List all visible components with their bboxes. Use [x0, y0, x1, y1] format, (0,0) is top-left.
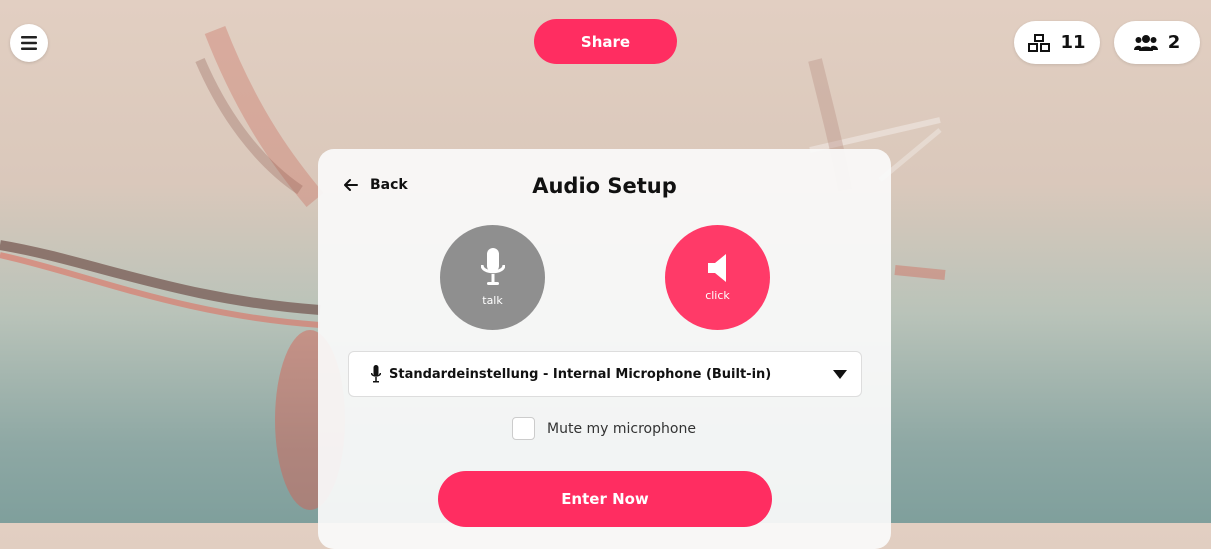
- mute-checkbox[interactable]: [512, 417, 535, 440]
- objects-count: 11: [1060, 32, 1086, 53]
- microphone-small-icon: [371, 365, 381, 383]
- enter-now-button[interactable]: Enter Now: [438, 471, 772, 527]
- users-count-pill[interactable]: 2: [1114, 21, 1200, 64]
- talk-mode-button[interactable]: talk: [440, 225, 545, 330]
- mute-option: Mute my microphone: [512, 417, 696, 440]
- users-count: 2: [1167, 32, 1181, 53]
- enter-now-label: Enter Now: [561, 490, 649, 508]
- audio-setup-panel: Back Audio Setup talk click Standardeins…: [318, 149, 891, 549]
- microphone-select[interactable]: Standardeinstellung - Internal Microphon…: [348, 351, 862, 397]
- users-icon: [1133, 34, 1158, 51]
- panel-title: Audio Setup: [532, 174, 677, 198]
- microphone-icon: [480, 248, 505, 285]
- click-label: click: [705, 289, 730, 302]
- menu-button[interactable]: [10, 24, 48, 62]
- click-mode-button[interactable]: click: [665, 225, 770, 330]
- cubes-icon: [1028, 33, 1051, 52]
- hamburger-icon: [21, 36, 37, 50]
- speaker-icon: [707, 254, 726, 282]
- mute-label: Mute my microphone: [547, 420, 696, 437]
- caret-down-icon: [833, 369, 847, 379]
- talk-label: talk: [482, 294, 503, 307]
- microphone-select-value: Standardeinstellung - Internal Microphon…: [389, 366, 772, 382]
- objects-count-pill[interactable]: 11: [1014, 21, 1100, 64]
- share-button-label: Share: [580, 32, 631, 51]
- share-button[interactable]: Share: [534, 19, 677, 64]
